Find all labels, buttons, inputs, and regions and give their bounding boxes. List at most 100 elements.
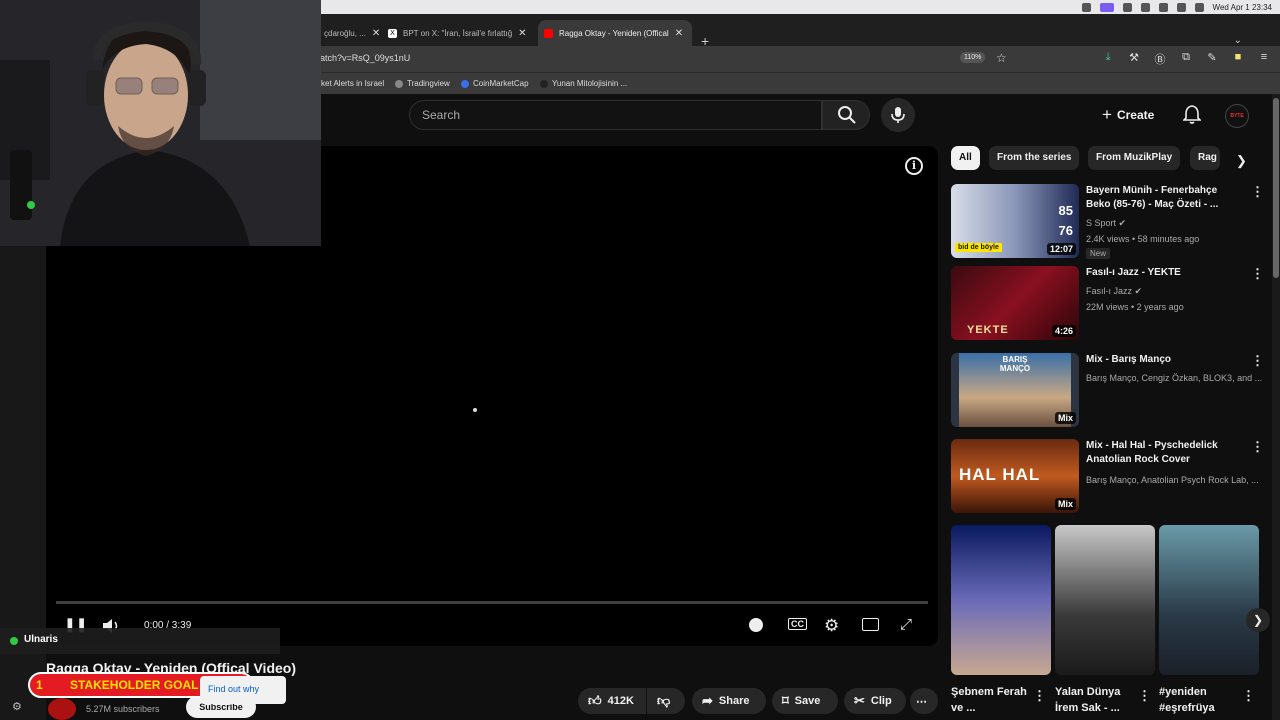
chip-all[interactable]: All	[951, 146, 980, 170]
chip-from-muzikplay[interactable]: From MuzikPlay	[1088, 146, 1181, 170]
more-vertical-icon[interactable]: ⋮	[1251, 353, 1264, 369]
channel-name[interactable]: Barış Manço, Cengiz Özkan, BLOK3, and ..…	[1086, 373, 1262, 383]
status-icon[interactable]	[1140, 2, 1150, 12]
volume-icon[interactable]	[1158, 2, 1168, 12]
download-icon[interactable]: ⤓	[1102, 51, 1114, 67]
more-vertical-icon[interactable]: ⋮	[1033, 688, 1046, 704]
more-vertical-icon[interactable]: ⋮	[1242, 688, 1255, 704]
bookmark-item[interactable]: CoinMarketCap	[461, 79, 529, 88]
battery-icon[interactable]	[1194, 2, 1204, 12]
more-vertical-icon[interactable]: ⋮	[1251, 266, 1264, 282]
recommendation-item[interactable]: bid de böyle 85 76 12:07 Bayern Münih - …	[951, 184, 1264, 259]
recommendation-title[interactable]: Fasıl-ı Jazz - YEKTE	[1086, 266, 1244, 280]
extension-b-icon[interactable]: Ⓑ	[1154, 51, 1166, 67]
dislike-button[interactable]: 👎︎	[647, 688, 685, 714]
settings-gear-icon[interactable]: ⚙	[824, 616, 839, 636]
more-vertical-icon[interactable]: ⋮	[1251, 184, 1264, 200]
goal-label: STAKEHOLDER GOAL	[70, 678, 199, 692]
share-button[interactable]: ➦ Share	[692, 688, 766, 714]
subtitles-icon[interactable]: CC	[788, 618, 807, 630]
chip-from-series[interactable]: From the series	[989, 146, 1080, 170]
fullscreen-icon[interactable]: ⤢	[900, 616, 912, 633]
app-status-icon[interactable]	[1099, 2, 1114, 12]
progress-bar[interactable]	[56, 601, 928, 604]
browser-tab-active[interactable]: Ragga Oktay - Yeniden (Offical ✕	[538, 20, 692, 46]
pen-icon[interactable]: ✎	[1206, 51, 1218, 67]
recommendation-title[interactable]: Mix - Barış Manço	[1086, 353, 1244, 367]
clip-button[interactable]: ✂ Clip	[844, 688, 906, 714]
channel-name[interactable]: Fasıl-ı Jazz	[1086, 286, 1132, 296]
browser-tab[interactable]: çdaroğlu, ... ✕	[318, 20, 386, 46]
autoplay-toggle[interactable]	[749, 618, 763, 632]
video-thumbnail[interactable]: HAL HAL Mix	[951, 439, 1079, 513]
chat-user-row: Ulnaris	[0, 628, 280, 654]
recommendation-item[interactable]: BARIŞ MANÇO Mix Mix - Barış Manço Barış …	[951, 353, 1264, 427]
profile-icon[interactable]: ■	[1232, 51, 1244, 67]
page-scrollbar[interactable]	[1272, 94, 1280, 720]
menubar-datetime[interactable]: Wed Apr 1 23:34	[1213, 3, 1272, 12]
url-field[interactable]: atch?v=RsQ_09ys1nU	[320, 53, 410, 63]
recommendation-title[interactable]: Bayern Münih - Fenerbahçe Beko (85-76) -…	[1086, 184, 1244, 212]
notifications-bell-icon[interactable]	[1183, 104, 1201, 124]
scrollbar-thumb[interactable]	[1273, 98, 1279, 278]
recommendation-item[interactable]: YEKTE 4:26 Fasıl-ı Jazz - YEKTE Fasıl-ı …	[951, 266, 1264, 340]
create-button[interactable]: + Create	[1102, 105, 1154, 125]
short-thumbnail[interactable]	[951, 525, 1051, 675]
account-avatar[interactable]: BYTE	[1225, 104, 1249, 128]
wifi-icon[interactable]	[1176, 2, 1186, 12]
find-out-popup[interactable]: Find out why	[200, 676, 286, 704]
score-home: 85	[1058, 203, 1073, 218]
wrench-icon[interactable]: ⚒	[1128, 51, 1140, 67]
channel-name[interactable]: S Sport	[1086, 218, 1116, 228]
plus-icon: +	[1102, 105, 1112, 124]
webcam-overlay	[0, 0, 321, 246]
browser-tab[interactable]: X BPT on X: "İran, İsrail'e fırlattığ ✕	[382, 20, 533, 46]
goal-current: 1	[36, 678, 43, 692]
zoom-badge[interactable]: 110%	[960, 52, 986, 63]
status-icon[interactable]	[1081, 2, 1091, 12]
close-tab-icon[interactable]: ✕	[518, 28, 526, 39]
thumbnail-text: YEKTE	[967, 324, 1009, 336]
channel-name[interactable]: Barış Manço, Anatolian Psych Rock Lab, .…	[1086, 475, 1259, 485]
search-input[interactable]: Search	[409, 100, 822, 130]
info-icon[interactable]: i	[905, 157, 923, 175]
video-thumbnail[interactable]: bid de böyle 85 76 12:07	[951, 184, 1079, 258]
overlay-settings-gear-icon[interactable]: ⚙	[12, 700, 22, 713]
close-tab-icon[interactable]: ✕	[372, 28, 380, 39]
short-thumbnail[interactable]	[1159, 525, 1259, 675]
puzzle-icon[interactable]: ⧉	[1180, 51, 1192, 67]
bookmark-star-icon[interactable]: ☆	[996, 51, 1007, 65]
more-actions-button[interactable]: ⋯	[910, 688, 938, 714]
bookmark-favicon-icon	[540, 79, 548, 88]
shorts-next-button[interactable]: ❯	[1246, 608, 1270, 632]
more-vertical-icon[interactable]: ⋮	[1251, 439, 1264, 455]
short-title[interactable]: #yeniden #eşrefrüya	[1159, 684, 1239, 716]
shorts-shelf: ❯	[951, 525, 1270, 675]
bookmark-item[interactable]: Yunan Mitolojisinin ...	[540, 79, 627, 88]
theater-mode-icon[interactable]	[862, 618, 879, 631]
short-title[interactable]: Şebnem Ferah ve ...	[951, 684, 1031, 716]
close-tab-icon[interactable]: ✕	[675, 28, 683, 39]
status-icon[interactable]	[1122, 2, 1132, 12]
voice-search-button[interactable]	[881, 98, 915, 132]
bookmark-item[interactable]: Tradingview	[395, 79, 450, 88]
video-thumbnail[interactable]: YEKTE 4:26	[951, 266, 1079, 340]
video-thumbnail[interactable]: BARIŞ MANÇO Mix	[951, 353, 1079, 427]
thumbs-up-icon: 👍︎	[588, 693, 602, 708]
recommendation-item[interactable]: HAL HAL Mix Mix - Hal Hal - Pyschedelick…	[951, 439, 1264, 513]
recommendation-title[interactable]: Mix - Hal Hal - Pyschedelick Anatolian R…	[1086, 439, 1244, 467]
menu-icon[interactable]: ≡	[1258, 51, 1270, 67]
tab-list-chevron-icon[interactable]: ⌄	[1234, 35, 1242, 46]
save-button[interactable]: ⌑ Save	[772, 688, 838, 714]
short-thumbnail[interactable]	[1055, 525, 1155, 675]
search-button[interactable]	[822, 100, 870, 130]
chip-ragga[interactable]: Rag	[1190, 146, 1220, 170]
bookmark-item[interactable]: ket Alerts in Israel	[321, 79, 384, 88]
scissors-icon: ✂	[854, 693, 865, 708]
more-vertical-icon[interactable]: ⋮	[1138, 688, 1151, 704]
short-title[interactable]: Yalan Dünya İrem Sak - ...	[1055, 684, 1135, 716]
find-out-link[interactable]: Find out why	[208, 684, 259, 694]
chevron-right-icon[interactable]: ❯	[1236, 153, 1247, 169]
channel-avatar[interactable]	[48, 698, 76, 720]
like-button[interactable]: 👍︎ 412K	[578, 688, 646, 714]
